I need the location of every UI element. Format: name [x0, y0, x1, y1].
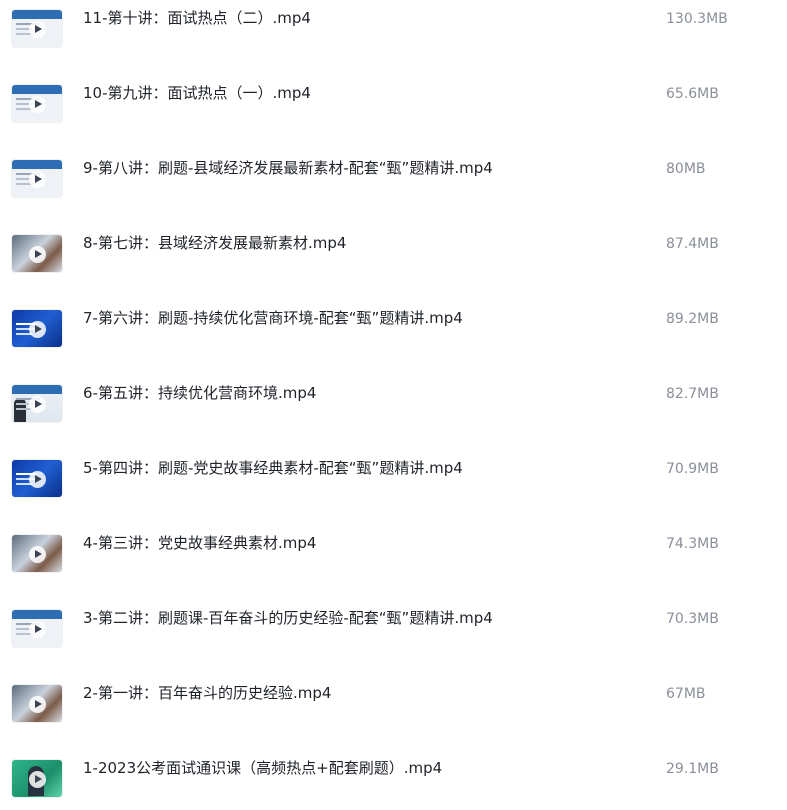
- video-thumbnail[interactable]: [12, 460, 62, 497]
- file-row[interactable]: 6-第五讲：持续优化营商环境.mp4 82.7MB: [0, 375, 787, 435]
- file-row[interactable]: 7-第六讲：刷题-持续优化营商环境-配套“甄”题精讲.mp4 89.2MB: [0, 300, 787, 360]
- video-thumbnail[interactable]: [12, 160, 62, 197]
- file-row[interactable]: 2-第一讲：百年奋斗的历史经验.mp4 67MB: [0, 675, 787, 735]
- file-name[interactable]: 6-第五讲：持续优化营商环境.mp4: [83, 383, 316, 403]
- file-name[interactable]: 10-第九讲：面试热点（一）.mp4: [83, 83, 311, 103]
- play-icon: [29, 95, 46, 113]
- video-thumbnail[interactable]: [12, 10, 62, 47]
- video-thumbnail[interactable]: [12, 235, 62, 272]
- file-list: 11-第十讲：面试热点（二）.mp4 130.3MB 10-第九讲：面试热点（一…: [0, 0, 787, 800]
- thumbnail-header-bar: [12, 610, 62, 619]
- file-size: 130.3MB: [666, 11, 728, 27]
- play-icon: [29, 770, 46, 788]
- play-icon: [29, 170, 46, 188]
- file-size: 70.3MB: [666, 611, 719, 627]
- file-name[interactable]: 9-第八讲：刷题-县域经济发展最新素材-配套“甄”题精讲.mp4: [83, 158, 493, 178]
- file-name[interactable]: 7-第六讲：刷题-持续优化营商环境-配套“甄”题精讲.mp4: [83, 308, 463, 328]
- video-thumbnail[interactable]: [12, 535, 62, 572]
- file-size: 67MB: [666, 686, 706, 702]
- file-name[interactable]: 1-2023公考面试通识课（高频热点+配套刷题）.mp4: [83, 758, 442, 778]
- file-size: 89.2MB: [666, 311, 719, 327]
- video-thumbnail[interactable]: [12, 760, 62, 797]
- video-thumbnail[interactable]: [12, 610, 62, 647]
- file-size: 70.9MB: [666, 461, 719, 477]
- play-icon: [29, 620, 46, 638]
- thumbnail-header-bar: [12, 10, 62, 19]
- file-size: 80MB: [666, 161, 706, 177]
- file-name[interactable]: 3-第二讲：刷题课-百年奋斗的历史经验-配套“甄”题精讲.mp4: [83, 608, 493, 628]
- file-size: 65.6MB: [666, 86, 719, 102]
- file-row[interactable]: 3-第二讲：刷题课-百年奋斗的历史经验-配套“甄”题精讲.mp4 70.3MB: [0, 600, 787, 660]
- file-row[interactable]: 11-第十讲：面试热点（二）.mp4 130.3MB: [0, 0, 787, 60]
- file-size: 87.4MB: [666, 236, 719, 252]
- play-icon: [29, 470, 46, 488]
- video-thumbnail[interactable]: [12, 85, 62, 122]
- play-icon: [29, 20, 46, 38]
- file-row[interactable]: 5-第四讲：刷题-党史故事经典素材-配套“甄”题精讲.mp4 70.9MB: [0, 450, 787, 510]
- video-thumbnail[interactable]: [12, 385, 62, 422]
- play-icon: [29, 545, 46, 563]
- play-icon: [29, 245, 46, 263]
- file-row[interactable]: 9-第八讲：刷题-县域经济发展最新素材-配套“甄”题精讲.mp4 80MB: [0, 150, 787, 210]
- play-icon: [29, 320, 46, 338]
- file-name[interactable]: 11-第十讲：面试热点（二）.mp4: [83, 8, 311, 28]
- thumbnail-header-bar: [12, 385, 62, 394]
- thumbnail-header-bar: [12, 85, 62, 94]
- thumbnail-header-bar: [12, 160, 62, 169]
- file-name[interactable]: 2-第一讲：百年奋斗的历史经验.mp4: [83, 683, 331, 703]
- file-name[interactable]: 4-第三讲：党史故事经典素材.mp4: [83, 533, 316, 553]
- file-name[interactable]: 8-第七讲：县域经济发展最新素材.mp4: [83, 233, 346, 253]
- file-size: 29.1MB: [666, 761, 719, 777]
- file-name[interactable]: 5-第四讲：刷题-党史故事经典素材-配套“甄”题精讲.mp4: [83, 458, 463, 478]
- video-thumbnail[interactable]: [12, 310, 62, 347]
- play-icon: [29, 395, 46, 413]
- file-row[interactable]: 10-第九讲：面试热点（一）.mp4 65.6MB: [0, 75, 787, 135]
- video-thumbnail[interactable]: [12, 685, 62, 722]
- file-row[interactable]: 4-第三讲：党史故事经典素材.mp4 74.3MB: [0, 525, 787, 585]
- file-row[interactable]: 8-第七讲：县域经济发展最新素材.mp4 87.4MB: [0, 225, 787, 285]
- file-size: 74.3MB: [666, 536, 719, 552]
- play-icon: [29, 695, 46, 713]
- file-size: 82.7MB: [666, 386, 719, 402]
- file-row[interactable]: 1-2023公考面试通识课（高频热点+配套刷题）.mp4 29.1MB: [0, 750, 787, 810]
